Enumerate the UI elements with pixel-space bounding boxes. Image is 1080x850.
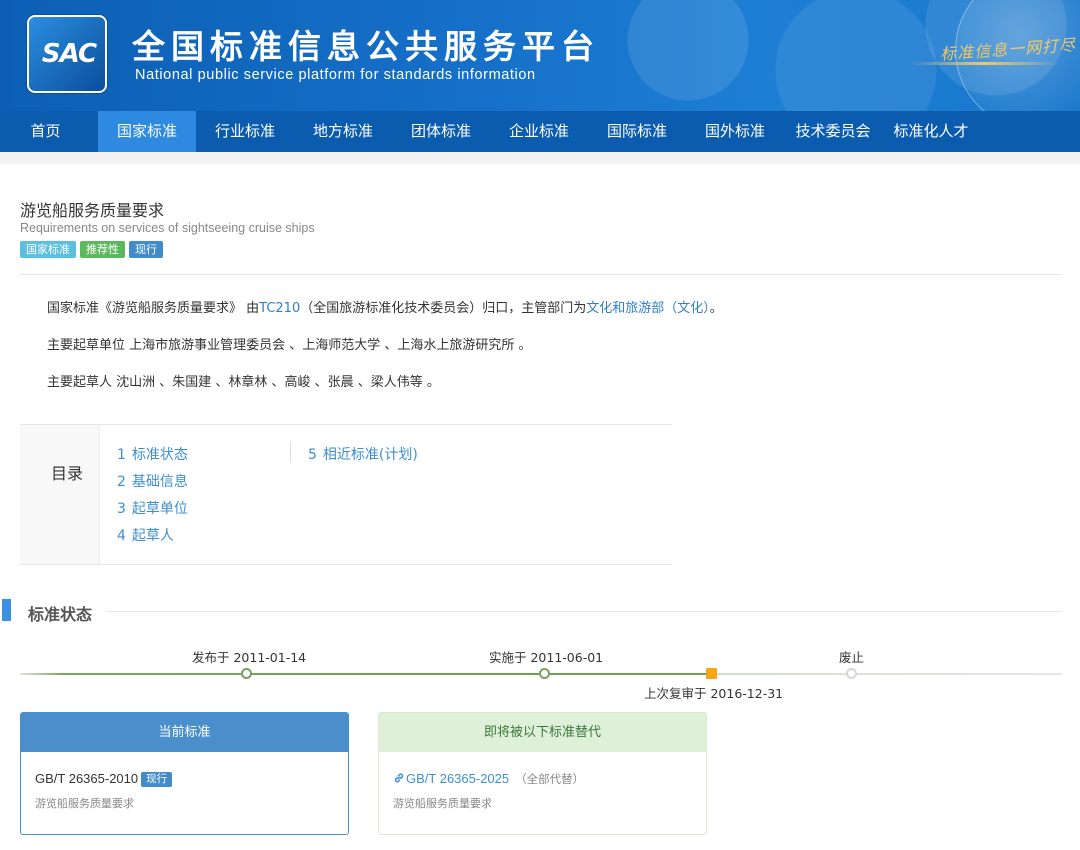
intro-paragraph-drafters: 主要起草人 沈山洲 、朱国建 、林章林 、高峻 、张晨 、梁人伟等 。 — [47, 375, 440, 390]
nav-item-national[interactable]: 国家标准 — [98, 111, 196, 152]
intro-text: （全国旅游标准化技术委员会）归口，主管部门为 — [300, 301, 587, 316]
nav-item-enterprise[interactable]: 企业标准 — [490, 111, 588, 152]
current-standard-name: 游览船服务质量要求 — [35, 797, 134, 810]
timeline-dot-published — [241, 668, 252, 679]
toc-label: 起草人 — [131, 528, 174, 544]
intro-text: 国家标准《游览船服务质量要求》 由 — [47, 301, 260, 316]
timeline-dot-review — [706, 668, 717, 679]
timeline-progress — [20, 673, 710, 675]
table-of-contents: 目录 1 标准状态 2 基础信息 3 起草单位 4 起草人 5 相近标准(计划) — [20, 424, 672, 565]
toc-item-basic-info[interactable]: 2 基础信息 — [117, 471, 188, 491]
replacement-standard-link[interactable]: GB/T 26365-2025 — [393, 771, 509, 786]
toc-label: 起草单位 — [131, 501, 188, 517]
toc-item-units[interactable]: 3 起草单位 — [117, 498, 188, 518]
divider — [20, 274, 1062, 275]
tag-national-standard: 国家标准 — [20, 241, 76, 258]
intro-text: 。 — [709, 301, 723, 316]
nav-item-foreign[interactable]: 国外标准 — [686, 111, 784, 152]
nav-item-committee[interactable]: 技术委员会 — [784, 111, 882, 152]
replacement-standard-code: GB/T 26365-2025 （全部代替） — [393, 771, 584, 787]
toc-num: 2 — [117, 474, 126, 490]
nav-item-international[interactable]: 国际标准 — [588, 111, 686, 152]
section-divider — [106, 611, 1062, 612]
toc-item-similar[interactable]: 5 相近标准(计划) — [308, 444, 418, 464]
replacement-note: （全部代替） — [515, 774, 585, 786]
timeline-label-review: 上次复审于 2016-12-31 — [644, 686, 784, 701]
tag-recommended: 推荐性 — [80, 241, 125, 258]
nav-item-talent[interactable]: 标准化人才 — [882, 111, 980, 152]
nav-item-home[interactable]: 首页 — [0, 111, 91, 152]
logo-text: SAC — [41, 39, 97, 69]
card-header: 即将被以下标准替代 — [379, 713, 706, 752]
site-title: 全国标准信息公共服务平台 — [132, 27, 600, 66]
link-icon — [394, 773, 404, 783]
section-title: 标准状态 — [28, 605, 93, 624]
card-header: 当前标准 — [21, 713, 348, 752]
current-standard-card[interactable]: 当前标准 GB/T 26365-2010 现行 游览船服务质量要求 — [20, 712, 349, 835]
toc-divider — [290, 442, 291, 462]
timeline-label-published: 发布于 2011-01-14 — [192, 650, 307, 665]
replacement-standard-card: 即将被以下标准替代 GB/T 26365-2025 （全部代替） 游览船服务质量要… — [378, 712, 707, 835]
header-banner: SAC 全国标准信息公共服务平台 National public service… — [0, 0, 1080, 111]
toc-item-status[interactable]: 1 标准状态 — [117, 444, 188, 464]
status-timeline: 发布于 2011-01-14 实施于 2011-06-01 上次复审于 2016… — [20, 644, 1064, 704]
toc-num: 1 — [117, 447, 126, 463]
section-marker — [2, 599, 11, 621]
toc-heading: 目录 — [51, 464, 84, 483]
standard-code: GB/T 26365-2025 — [406, 771, 510, 786]
status-badge: 现行 — [141, 772, 173, 787]
main-nav: 首页 国家标准 行业标准 地方标准 团体标准 企业标准 国际标准 国外标准 技术… — [0, 111, 1080, 152]
timeline-dot-abolished — [846, 668, 857, 679]
main-content: 游览船服务质量要求 Requirements on services of si… — [0, 152, 1080, 850]
standard-tags: 国家标准 推荐性 现行 — [20, 241, 163, 258]
intro-paragraph-committee: 国家标准《游览船服务质量要求》 由TC210（全国旅游标准化技术委员会）归口，主… — [47, 297, 723, 316]
replacement-standard-name: 游览船服务质量要求 — [393, 797, 492, 810]
standard-code: GB/T 26365-2010 — [35, 771, 139, 786]
tag-current: 现行 — [129, 241, 163, 258]
nav-item-group[interactable]: 团体标准 — [392, 111, 490, 152]
intro-paragraph-units: 主要起草单位 上海市旅游事业管理委员会 、上海师范大学 、上海水上旅游研究所 。 — [47, 338, 532, 353]
toc-label: 相近标准(计划) — [322, 447, 418, 463]
tc-link[interactable]: TC210 — [259, 301, 300, 316]
timeline-dot-implemented — [539, 668, 550, 679]
current-standard-code: GB/T 26365-2010 现行 — [35, 771, 173, 787]
toc-item-drafters[interactable]: 4 起草人 — [117, 525, 174, 545]
nav-item-industry[interactable]: 行业标准 — [196, 111, 294, 152]
toc-label: 基础信息 — [131, 474, 188, 490]
toc-num: 4 — [117, 528, 126, 544]
sac-logo[interactable]: SAC — [27, 15, 107, 93]
toc-num: 3 — [117, 501, 126, 517]
standard-title-en: Requirements on services of sightseeing … — [20, 221, 315, 235]
toc-num: 5 — [308, 447, 317, 463]
timeline-label-implemented: 实施于 2011-06-01 — [489, 650, 604, 665]
site-subtitle: National public service platform for sta… — [135, 67, 536, 83]
nav-item-local[interactable]: 地方标准 — [294, 111, 392, 152]
department-link[interactable]: 文化和旅游部（文化） — [586, 301, 710, 316]
slogan-underline — [910, 62, 1060, 65]
timeline-label-abolished: 废止 — [839, 650, 865, 665]
standard-title: 游览船服务质量要求 — [20, 201, 165, 220]
toc-label: 标准状态 — [131, 447, 188, 463]
toc-sidebar: 目录 — [20, 425, 100, 564]
